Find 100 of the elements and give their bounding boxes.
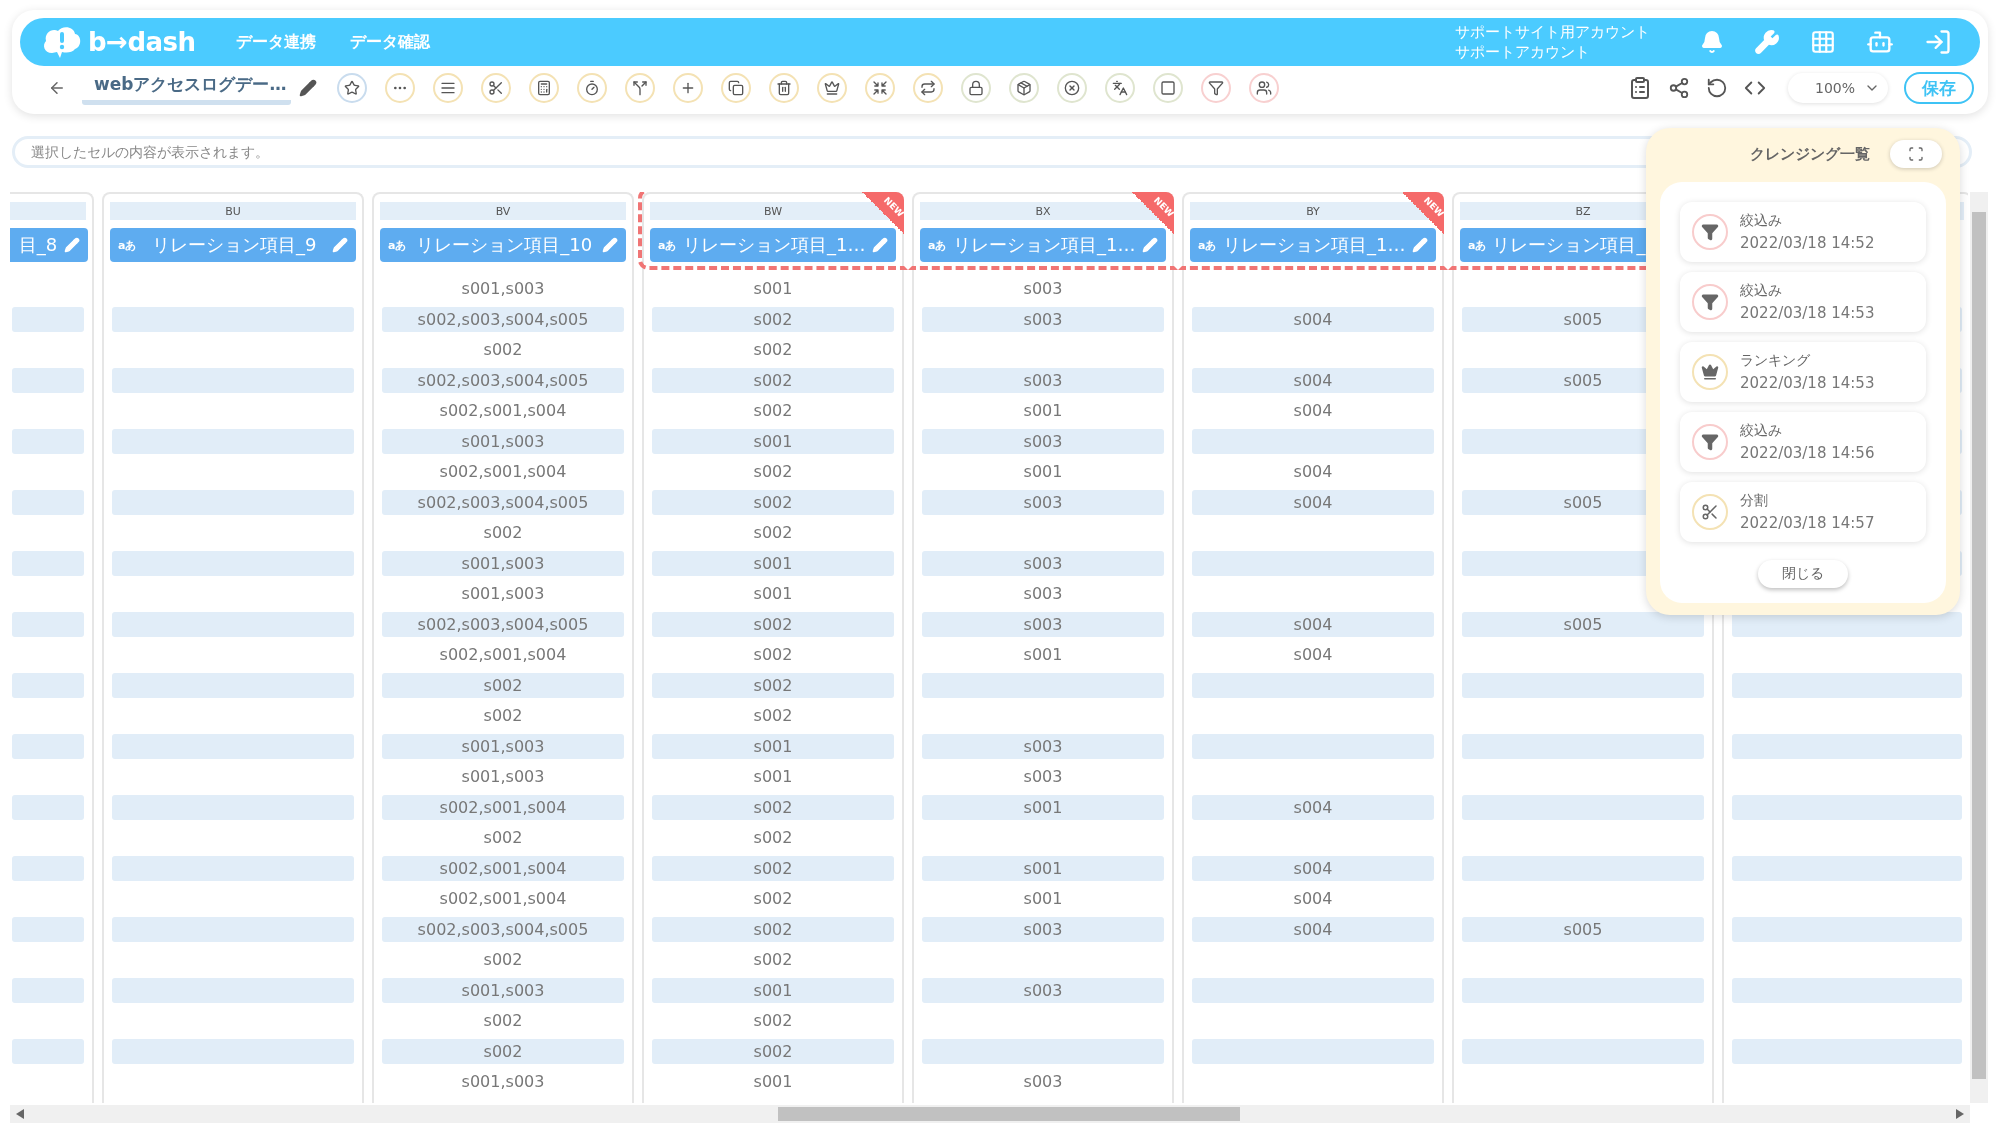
table-cell-text: s002 (752, 400, 794, 422)
panel-title: クレンジング一覧 (1750, 144, 1871, 164)
vertical-scrollbar[interactable] (1970, 192, 1988, 1103)
field-name: リレーション項目_9 (151, 233, 318, 257)
table-cell-text: s002 (482, 705, 524, 727)
table-cell: s003 (922, 367, 1164, 393)
table-cell (12, 672, 84, 698)
translate-button[interactable] (1105, 73, 1135, 103)
step-name: 分割 (1740, 492, 1769, 510)
lock-button[interactable] (961, 73, 991, 103)
table-cell (12, 794, 84, 820)
table-cell: s003 (922, 733, 1164, 759)
crown-button[interactable] (817, 73, 847, 103)
field-header[interactable]: 目_8 (10, 228, 88, 262)
table-cell-text: s002 (482, 522, 524, 544)
history-item[interactable]: 絞込み 2022/03/18 14:53 (1680, 272, 1926, 332)
history-item[interactable]: 絞込み 2022/03/18 14:56 (1680, 412, 1926, 472)
pencil-icon[interactable] (299, 79, 317, 97)
lock-icon (968, 80, 984, 96)
box-button[interactable] (1009, 73, 1039, 103)
table-cell-text: s002 (482, 339, 524, 361)
table-cell: s003 (922, 550, 1164, 576)
box-icon (1016, 80, 1032, 96)
scroll-left-icon[interactable] (16, 1109, 24, 1119)
table-cell-text: s002 (482, 949, 524, 971)
history-item[interactable]: ランキング 2022/03/18 14:53 (1680, 342, 1926, 402)
shrink-button[interactable] (865, 73, 895, 103)
plus-icon (680, 80, 696, 96)
horizontal-scrollbar[interactable] (10, 1105, 1970, 1123)
table-cell-text: s003 (1022, 278, 1064, 300)
clipboard-icon[interactable] (1628, 76, 1652, 100)
shrink-icon (872, 80, 888, 96)
field-header[interactable]: aあ リレーション項目_9 (110, 228, 356, 262)
rotate-icon[interactable] (1706, 77, 1728, 99)
data-title[interactable]: webアクセスログデー… (82, 71, 291, 105)
field-header[interactable]: aあ リレーション項目_1… (650, 228, 896, 262)
table-cell: s002 (652, 855, 894, 881)
table-cell: s001,s003 (382, 550, 624, 576)
step-name: 絞込み (1740, 422, 1783, 440)
scissors-button[interactable] (481, 73, 511, 103)
scroll-right-icon[interactable] (1956, 1109, 1964, 1119)
field-name: リレーション項目_10 (415, 233, 594, 257)
field-header[interactable]: aあ リレーション項目_1… (1190, 228, 1436, 262)
table-cell: s002 (652, 611, 894, 637)
column-letter: BV (380, 202, 626, 220)
table-cell: s004 (1192, 855, 1434, 881)
history-item[interactable]: 分割 2022/03/18 14:57 (1680, 482, 1926, 542)
filter-icon (1208, 80, 1224, 96)
filter-button[interactable] (1201, 73, 1231, 103)
calculator-icon (536, 80, 552, 96)
zoom-select[interactable]: 100% (1788, 73, 1888, 103)
timer-icon (584, 80, 600, 96)
crown-icon (824, 80, 840, 96)
share-icon[interactable] (1668, 77, 1690, 99)
table-cell (12, 1038, 84, 1064)
star-button[interactable] (337, 73, 367, 103)
nav-link[interactable]: データ連携 (235, 31, 316, 53)
table-cell: s004 (1192, 916, 1434, 942)
table-cell: s002,s001,s004 (382, 855, 624, 881)
table-cell-text: s004 (1292, 888, 1334, 910)
square-button[interactable] (1153, 73, 1183, 103)
table-cell-text: s002 (752, 827, 794, 849)
lines-button[interactable] (433, 73, 463, 103)
table-cell-text: s001 (752, 583, 794, 605)
field-header[interactable]: aあ リレーション項目_10 (380, 228, 626, 262)
nav-link[interactable]: データ確認 (349, 31, 430, 53)
table-cell: s004 (1192, 611, 1434, 637)
repeat-icon (920, 80, 936, 96)
calculator-button[interactable] (529, 73, 559, 103)
table-cell: s002,s003,s004,s005 (382, 489, 624, 515)
table-cell: s002 (652, 1038, 894, 1064)
type-label: aあ (658, 237, 677, 253)
table-cell-text: s003 (1022, 583, 1064, 605)
table-cell: s003 (922, 489, 1164, 515)
expand-button[interactable] (1890, 140, 1942, 168)
circle-x-button[interactable] (1057, 73, 1087, 103)
people-button[interactable] (1249, 73, 1279, 103)
table-cell: s003 (922, 977, 1164, 1003)
history-item[interactable]: 絞込み 2022/03/18 14:52 (1680, 202, 1926, 262)
table-cell-text: s002,s001,s004 (438, 644, 568, 666)
save-button[interactable]: 保存 (1904, 72, 1974, 104)
table-cell: s003 (922, 306, 1164, 332)
star-icon (344, 80, 360, 96)
plus-button[interactable] (673, 73, 703, 103)
split-button[interactable] (625, 73, 655, 103)
trash-button[interactable] (769, 73, 799, 103)
repeat-button[interactable] (913, 73, 943, 103)
table-cell (12, 611, 84, 637)
table-cell-text: s001 (752, 1071, 794, 1093)
circle-x-icon (1064, 80, 1080, 96)
table-cell-text: s001 (1022, 400, 1064, 422)
back-icon[interactable] (48, 79, 66, 97)
table-cell (12, 306, 84, 332)
copy-button[interactable] (721, 73, 751, 103)
close-button[interactable]: 閉じる (1758, 560, 1848, 588)
table-cell-text: s003 (1022, 1071, 1064, 1093)
timer-button[interactable] (577, 73, 607, 103)
field-header[interactable]: aあ リレーション項目_ (1460, 228, 1646, 262)
field-header[interactable]: aあ リレーション項目_1… (920, 228, 1166, 262)
step-name: 絞込み (1740, 282, 1783, 300)
